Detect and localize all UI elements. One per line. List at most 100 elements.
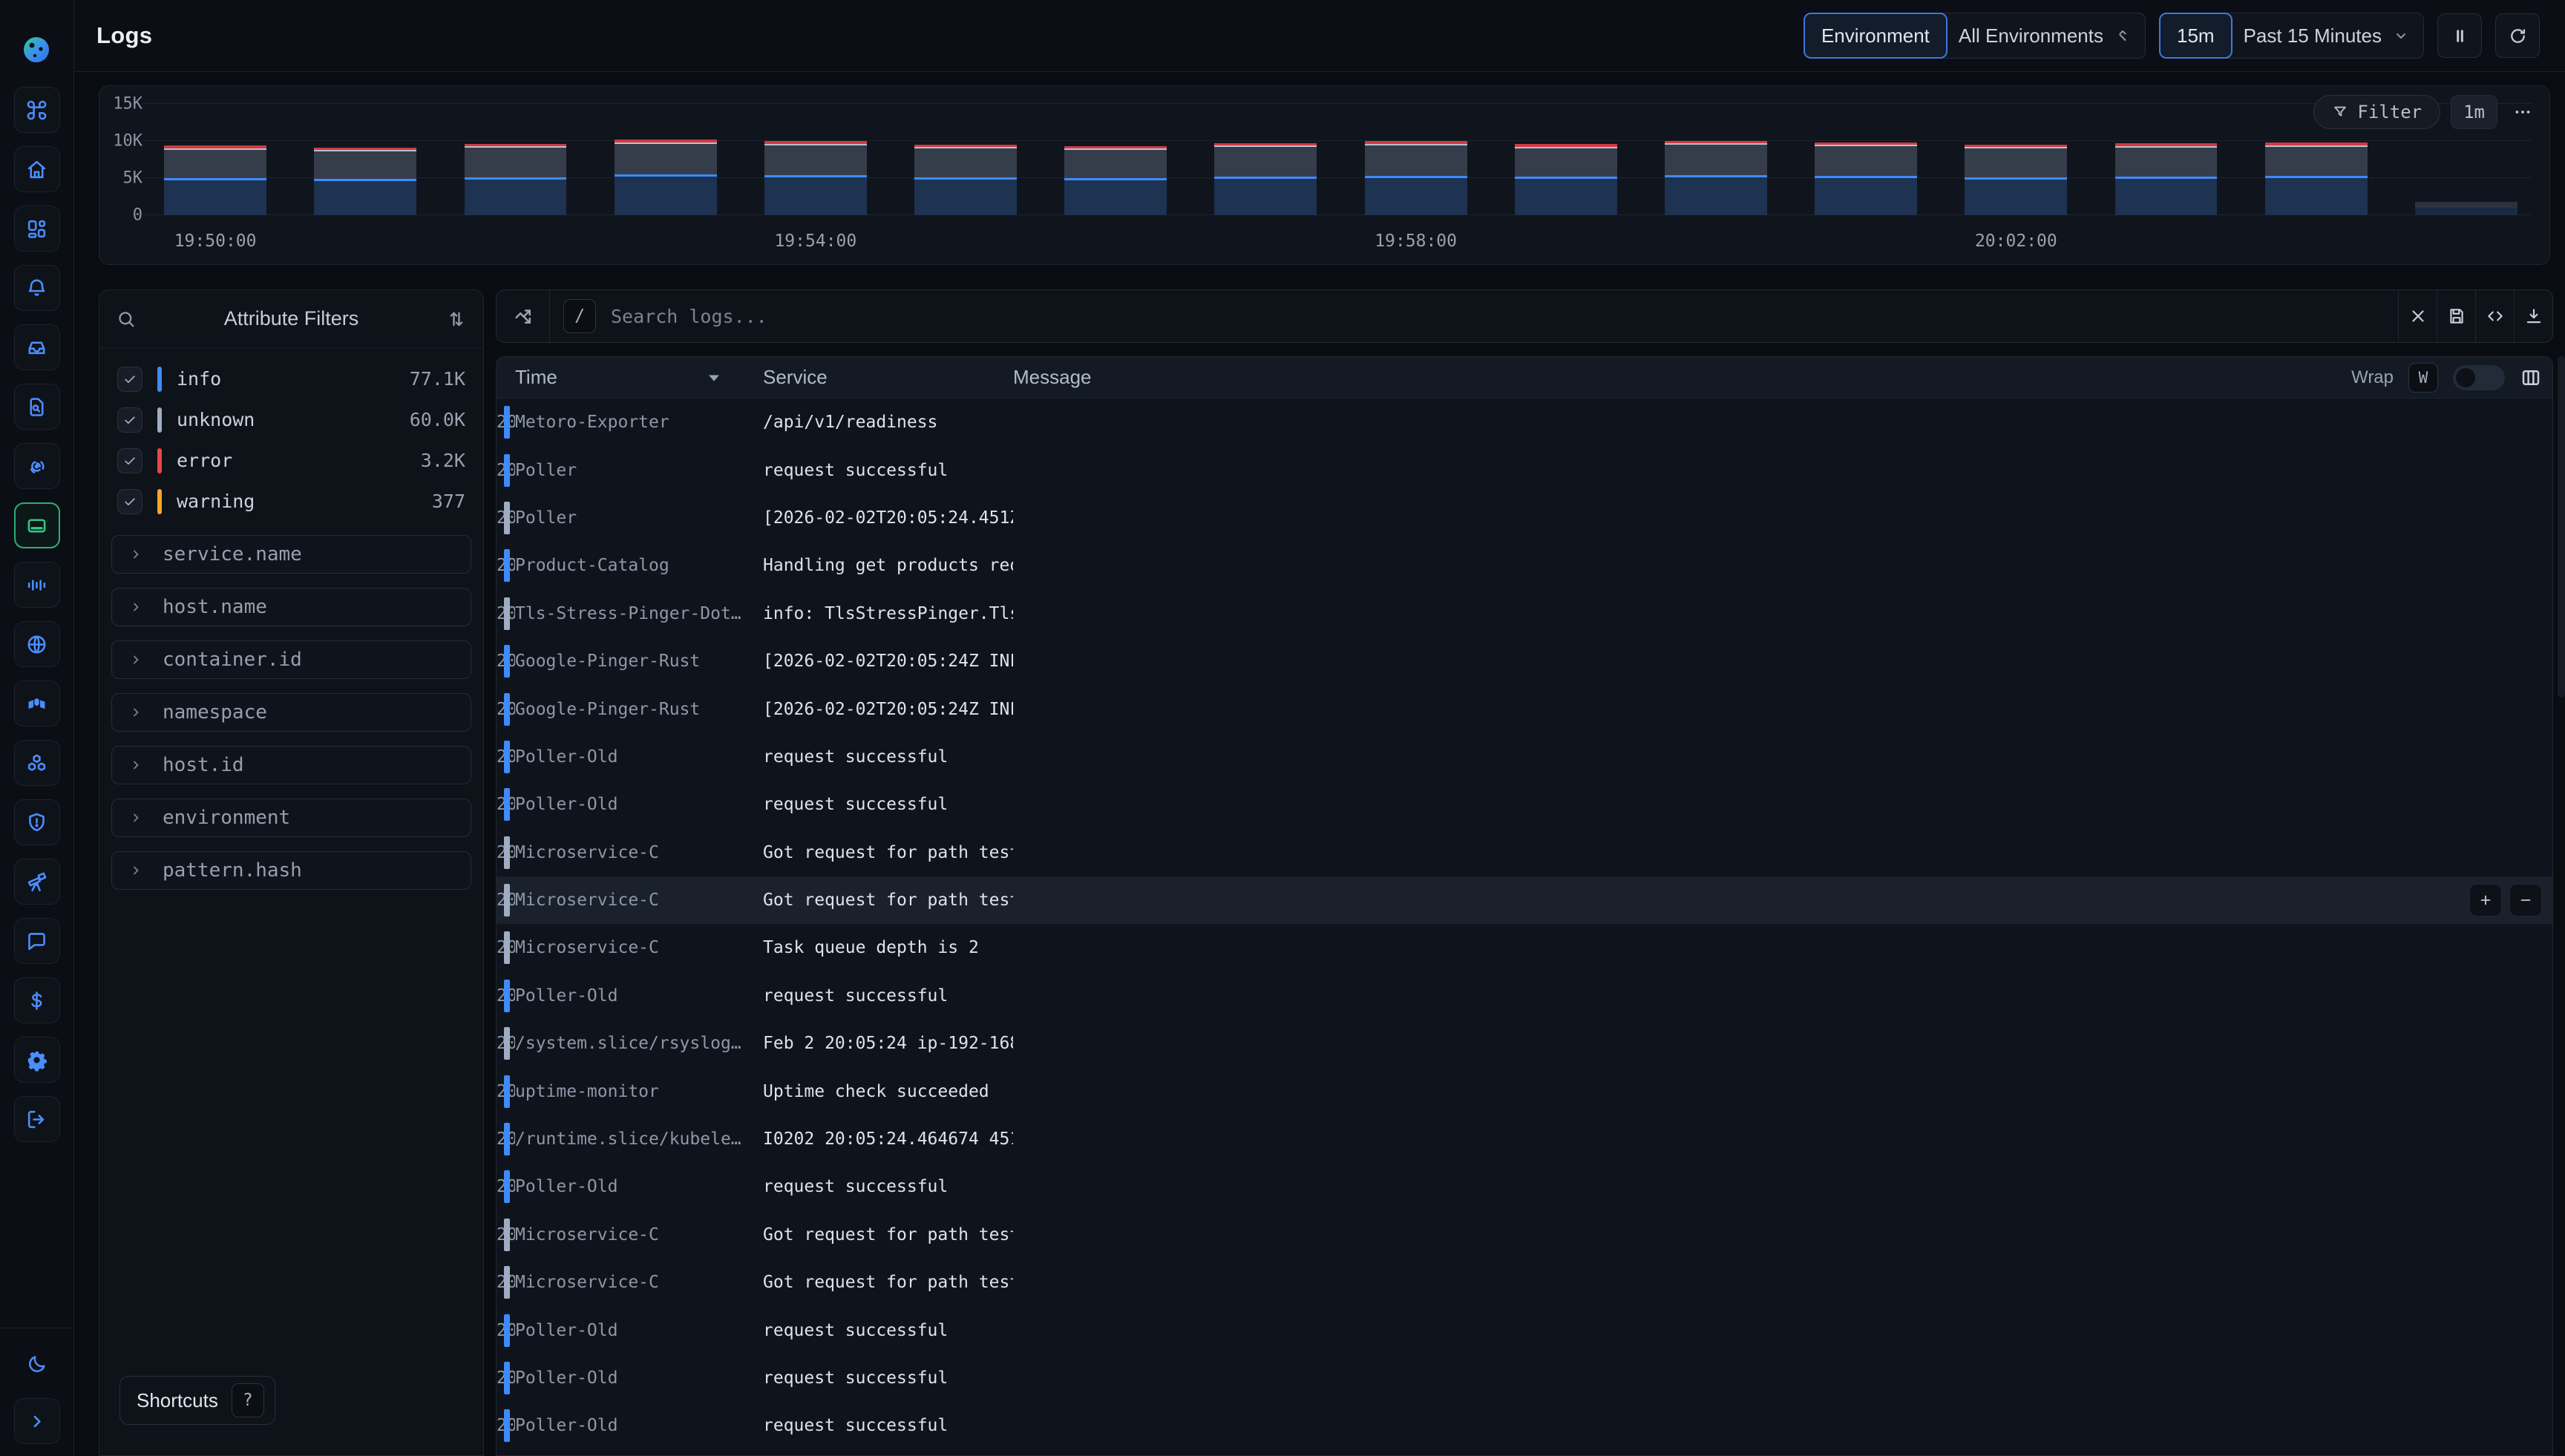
- metoro-logo-icon[interactable]: [16, 9, 58, 67]
- checkbox[interactable]: [117, 489, 142, 514]
- check-icon: [122, 494, 137, 509]
- attribute-group[interactable]: host.name: [111, 588, 471, 626]
- attribute-group[interactable]: environment: [111, 798, 471, 837]
- table-row[interactable]: 20:05:24.465 Poller-Old request successf…: [497, 972, 2552, 1020]
- sidebar-item-metrics[interactable]: [14, 562, 60, 608]
- download-logs-button[interactable]: [2514, 290, 2552, 342]
- sidebar-item-logs[interactable]: [14, 502, 60, 548]
- sidebar-item-logout[interactable]: [14, 1096, 60, 1142]
- wrap-toggle[interactable]: [2453, 365, 2505, 390]
- checkbox[interactable]: [117, 367, 142, 392]
- table-row[interactable]: 20:05:24.462 Poller-Old request successf…: [497, 1354, 2552, 1402]
- severity-filter-row[interactable]: warning 377: [99, 481, 483, 522]
- file-search-icon: [25, 396, 48, 419]
- table-row[interactable]: 20:05:24.527 Google-Pinger-Rust [2026-02…: [497, 685, 2552, 732]
- checkbox[interactable]: [117, 407, 142, 433]
- time-range-select[interactable]: Past 15 Minutes: [2225, 13, 2424, 59]
- log-volume-chart-panel: Filter 1m 05K10K15K19:50:0019:54:0019:58…: [99, 85, 2550, 265]
- time-range-control: 15m Past 15 Minutes: [2159, 13, 2424, 59]
- scrollbar-thumb[interactable]: [2558, 356, 2565, 698]
- exclude-filter-button[interactable]: [2509, 884, 2542, 916]
- table-row[interactable]: 20:05:24.463 Microservice-C Got request …: [497, 1259, 2552, 1306]
- table-row[interactable]: 20:05:24.465 /runtime.slice/kubele… I020…: [497, 1115, 2552, 1163]
- table-row[interactable]: 20:05:24.800 Metoro-Exporter /api/v1/rea…: [497, 399, 2552, 446]
- clear-search-button[interactable]: [2398, 290, 2437, 342]
- severity-filter-row[interactable]: info 77.1K: [99, 358, 483, 399]
- table-row[interactable]: 20:05:24.465 uptime-monitor Uptime check…: [497, 1067, 2552, 1115]
- chart-filter-button[interactable]: Filter: [2313, 95, 2440, 129]
- severity-filter-row[interactable]: error 3.2K: [99, 440, 483, 481]
- sidebar-item-service-map[interactable]: [14, 443, 60, 489]
- pause-button[interactable]: [2437, 13, 2482, 58]
- check-icon: [122, 413, 137, 427]
- table-row[interactable]: 20:05:24.462 Poller-Old request successf…: [497, 1306, 2552, 1354]
- log-message: Got request for path testing123-17700627…: [763, 843, 1013, 862]
- bar-20:04: [2265, 142, 2368, 215]
- table-row[interactable]: 20:05:24.465 /system.slice/rsyslog… Feb …: [497, 1020, 2552, 1067]
- table-row[interactable]: 20:05:24.464 Poller-Old request successf…: [497, 1163, 2552, 1210]
- severity-bar: [504, 836, 510, 869]
- table-row[interactable]: 20:05:24.527 Google-Pinger-Rust [2026-02…: [497, 637, 2552, 685]
- search-icon[interactable]: [116, 309, 137, 329]
- environment-toggle-button[interactable]: Environment: [1804, 13, 1948, 59]
- table-row[interactable]: 20:05:24.708 Poller request successful: [497, 446, 2552, 493]
- search-input[interactable]: [611, 306, 2398, 327]
- table-row[interactable]: 20:05:24.462 Poller-Old request successf…: [497, 1402, 2552, 1449]
- table-row[interactable]: 20:05:24.466 Microservice-C Got request …: [497, 876, 2552, 924]
- include-filter-button[interactable]: [2469, 884, 2502, 916]
- table-row[interactable]: 20:05:24.465 Microservice-C Task queue d…: [497, 924, 2552, 971]
- query-syntax-button[interactable]: [2475, 290, 2514, 342]
- table-row[interactable]: 20:05:24.469 Poller-Old request successf…: [497, 781, 2552, 828]
- sort-icon[interactable]: [446, 309, 467, 329]
- expand-sidebar-button[interactable]: [14, 1398, 60, 1444]
- sidebar-item-chat[interactable]: [14, 918, 60, 964]
- sidebar-item-alerts[interactable]: [14, 265, 60, 311]
- bar-slot: [453, 104, 577, 215]
- pause-icon: [2450, 26, 2470, 46]
- table-row[interactable]: 20:05:24.469 Poller-Old request successf…: [497, 733, 2552, 781]
- shortcuts-button[interactable]: Shortcuts ?: [119, 1376, 275, 1425]
- pattern-analytics-button[interactable]: [497, 290, 550, 342]
- chart-interval-button[interactable]: 1m: [2451, 95, 2497, 129]
- column-header-service[interactable]: Service: [763, 366, 1013, 389]
- sidebar-item-command-palette[interactable]: [14, 87, 60, 133]
- log-service: Poller: [515, 461, 763, 480]
- sidebar-item-network[interactable]: [14, 621, 60, 667]
- table-row[interactable]: 20:05:24.467 Microservice-C Got request …: [497, 829, 2552, 876]
- table-row[interactable]: 20:05:24.645 Product-Catalog Handling ge…: [497, 542, 2552, 589]
- sidebar-item-settings[interactable]: [14, 1037, 60, 1083]
- theme-toggle-button[interactable]: [14, 1345, 60, 1383]
- table-row[interactable]: 20:05:24.535 Tls-Stress-Pinger-Dot… info…: [497, 590, 2552, 637]
- x-axis-label: 20:02:00: [1975, 232, 2057, 251]
- column-header-time[interactable]: Time: [515, 366, 763, 389]
- sidebar-item-issues[interactable]: [14, 799, 60, 845]
- environment-select[interactable]: All Environments: [1940, 13, 2146, 59]
- table-row[interactable]: 20:05:24.461 Poller-Old request successf…: [497, 1450, 2552, 1455]
- attribute-group[interactable]: host.id: [111, 746, 471, 784]
- table-row[interactable]: 20:05:24.463 Microservice-C Got request …: [497, 1211, 2552, 1259]
- attribute-group[interactable]: pattern.hash: [111, 851, 471, 890]
- sidebar-item-billing[interactable]: [14, 977, 60, 1023]
- attribute-group[interactable]: service.name: [111, 535, 471, 574]
- sidebar-item-inbox[interactable]: [14, 324, 60, 370]
- table-row[interactable]: 20:05:24.672 Poller [2026-02-02T20:05:24…: [497, 494, 2552, 542]
- severity-filter-row[interactable]: unknown 60.0K: [99, 399, 483, 440]
- sidebar-item-home[interactable]: [14, 146, 60, 192]
- chart-more-button[interactable]: [2508, 95, 2538, 129]
- sidebar-item-trace-search[interactable]: [14, 384, 60, 430]
- sidebar-item-workloads[interactable]: [14, 740, 60, 786]
- sidebar-item-dashboards[interactable]: [14, 206, 60, 252]
- attribute-group[interactable]: container.id: [111, 640, 471, 679]
- sidebar-item-explore[interactable]: [14, 859, 60, 905]
- sidebar-item-mesh[interactable]: [14, 681, 60, 727]
- save-search-button[interactable]: [2437, 290, 2475, 342]
- columns-button[interactable]: [2520, 367, 2542, 389]
- column-header-message[interactable]: Message: [1013, 366, 2542, 389]
- refresh-button[interactable]: [2495, 13, 2540, 58]
- time-range-badge[interactable]: 15m: [2159, 13, 2232, 59]
- attribute-group[interactable]: namespace: [111, 693, 471, 732]
- severity-count: 3.2K: [421, 450, 465, 471]
- log-message: [2026-02-02T20:05:24Z INFO krepro_rust] …: [763, 700, 1013, 719]
- sidebar-footer: [0, 1328, 73, 1444]
- checkbox[interactable]: [117, 448, 142, 473]
